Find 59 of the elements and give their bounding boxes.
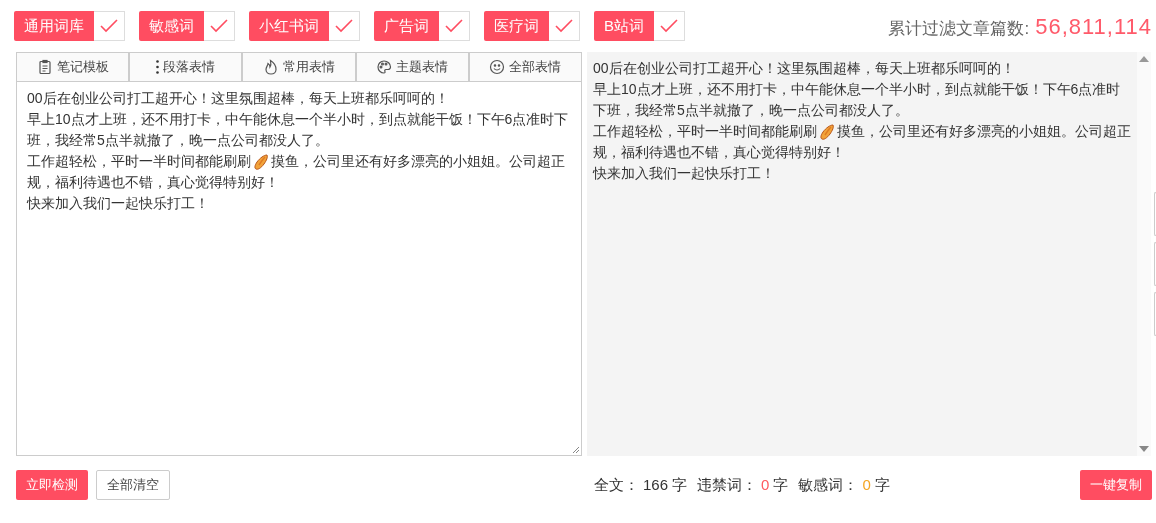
counter-value: 56,811,114	[1035, 12, 1152, 41]
emoji-toolbar-button[interactable]: 常用表情	[242, 52, 356, 82]
filter-label: 通用词库	[14, 11, 94, 41]
stat-value: 166	[643, 474, 669, 495]
text-paragraph: 早上10点才上班，还不用打卡，中午能休息一个半小时，到点就能干饭！下午6点准时下班，我经常5点半就撤了，晚一点公司都没人了。	[593, 80, 1122, 120]
emoji-toolbar-button[interactable]: 笔记模板	[16, 52, 130, 82]
text-paragraph: 00后在创业公司打工超开心！这里氛围超棒，每天上班都乐呵呵的！	[593, 59, 1016, 78]
text-paragraph: 00后在创业公司打工超开心！这里氛围超棒，每天上班都乐呵呵的！	[27, 89, 450, 108]
check-icon	[210, 19, 228, 33]
text-line: 摸鱼，公司里还有好多漂亮的小姐姐。公司超正	[271, 152, 565, 171]
text-line: 规，福利待遇也不错，真心觉得特别好！	[27, 173, 280, 192]
check-icon	[445, 19, 463, 33]
stat-value: 0	[761, 474, 770, 495]
resize-handle-icon[interactable]	[572, 446, 580, 454]
filter-checkbox[interactable]	[94, 11, 125, 41]
stat-label: 违禁词：	[697, 474, 758, 495]
check-icon	[660, 19, 678, 33]
palette-icon	[376, 59, 393, 75]
sweet-potato-icon	[252, 152, 270, 171]
emoji-toolbar-button[interactable]: 全部表情	[468, 52, 582, 82]
text-paragraph: 早上10点才上班，还不用打卡，中午能休息一个半小时，到点就能干饭！下午6点准时下班，我经常5点半就撤了，晚一点公司都没人了。	[27, 110, 570, 150]
smiley-icon	[489, 59, 506, 75]
filter-checkbox[interactable]	[204, 11, 235, 41]
text-line: 工作超轻松，平时一半时间都能刷刷	[593, 122, 817, 141]
check-icon	[100, 19, 118, 33]
text-line: 规，福利待遇也不错，真心觉得特别好！	[593, 143, 846, 162]
filter-label: 小红书词	[249, 11, 329, 41]
filter-checkbox[interactable]	[439, 11, 470, 41]
stat-label: 敏感词：	[798, 474, 859, 495]
check-icon	[335, 19, 353, 33]
stat-unit: 字	[773, 474, 789, 495]
text-paragraph: 快来加入我们一起快乐打工！	[27, 194, 210, 213]
stat-label: 全文：	[594, 474, 639, 495]
text-line: 工作超轻松，平时一半时间都能刷刷	[27, 152, 251, 171]
flame-icon	[263, 59, 279, 75]
editor-textarea[interactable]: 00后在创业公司打工超开心！这里氛围超棒，每天上班都乐呵呵的！ 早上10点才上班，还不用打卡，中午能休息一个半小时，到点就能干饭！下午6点准时下班，我经常5点半就撤了，晚一点公司都没人了。 工作超轻松，平时一半时间都能刷刷 摸鱼，公司里还有好多漂亮的小姐姐。公司超正 规，福利待遇也不错，真心觉得特别好！ 快来加入我们一起快乐打工！	[16, 82, 582, 456]
scrollbar[interactable]	[1137, 52, 1151, 456]
sweet-potato-icon	[818, 122, 836, 141]
stat-unit: 字	[874, 474, 890, 495]
stat-unit: 字	[672, 474, 688, 495]
clipboard-icon	[36, 59, 53, 75]
filter-checkbox[interactable]	[329, 11, 360, 41]
vertical-dots-icon	[156, 60, 160, 74]
filter-label: 敏感词	[139, 11, 204, 41]
filter-label: 医疗词	[484, 11, 549, 41]
stat-value: 0	[862, 474, 871, 495]
check-icon	[555, 19, 573, 33]
filter-label: B站词	[594, 11, 654, 41]
filter-label: 广告词	[374, 11, 439, 41]
counter-label: 累计过滤文章篇数:	[888, 17, 1030, 40]
scroll-down-icon[interactable]	[1139, 446, 1149, 452]
scroll-up-icon[interactable]	[1139, 56, 1149, 62]
emoji-toolbar-button[interactable]: 主题表情	[355, 52, 469, 82]
filter-checkbox[interactable]	[654, 11, 685, 41]
filter-checkbox[interactable]	[549, 11, 580, 41]
clear-button[interactable]: 全部清空	[96, 470, 170, 500]
text-line: 摸鱼，公司里还有好多漂亮的小姐姐。公司超正	[837, 122, 1131, 141]
emoji-toolbar-button[interactable]: 段落表情	[129, 52, 243, 82]
text-paragraph: 快来加入我们一起快乐打工！	[593, 164, 776, 183]
